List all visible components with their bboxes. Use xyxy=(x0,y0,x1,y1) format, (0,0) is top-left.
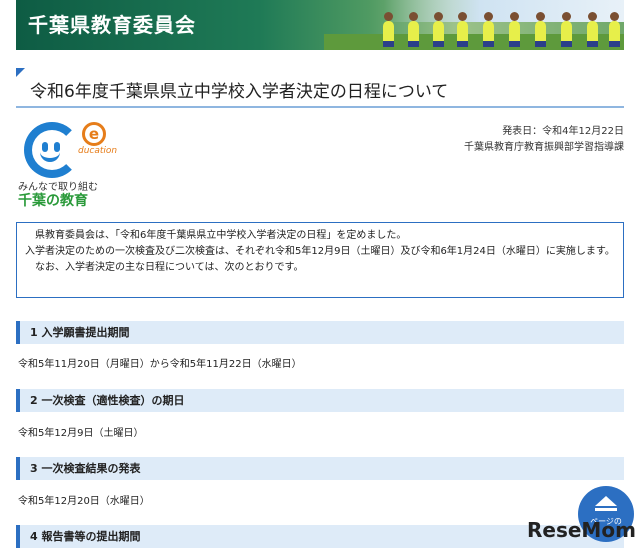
publication-date: 発表日：令和4年12月22日 xyxy=(502,126,624,137)
section-body-first-exam-results: 令和5年12月20日（水曜日） xyxy=(18,496,150,507)
banner-child-figure xyxy=(457,12,468,47)
section-heading-application-period: 1 入学願書提出期間 xyxy=(16,321,624,344)
section-heading-first-exam-date: 2 一次検査（適性検査）の期日 xyxy=(16,389,624,412)
banner-child-figure xyxy=(535,12,546,47)
banner-child-figure xyxy=(433,12,444,47)
logo-e-badge: e xyxy=(82,122,106,146)
page-title: 令和6年度千葉県県立中学校入学者決定の日程について xyxy=(30,82,449,102)
banner-child-figure xyxy=(561,12,572,47)
top-bar-icon xyxy=(595,508,617,511)
banner-child-figure xyxy=(609,12,620,47)
section-body-first-exam-date: 令和5年12月9日（土曜日） xyxy=(18,428,144,439)
education-logo: e ducation みんなで取り組む 千葉の教育 xyxy=(18,120,118,212)
banner-child-figure xyxy=(587,12,598,47)
logo-brand: 千葉の教育 xyxy=(18,193,88,209)
intro-box: 県教育委員会は、「令和6年度千葉県県立中学校入学者決定の日程」を定めました。 入… xyxy=(16,222,624,298)
banner-child-figure xyxy=(383,12,394,47)
intro-line: なお、入学者決定の主な日程については、次のとおりです。 xyxy=(35,262,304,273)
section-heading-first-exam-results: 3 一次検査結果の発表 xyxy=(16,457,624,480)
banner-child-figure xyxy=(483,12,494,47)
publication-meta: 発表日：令和4年12月22日 千葉県教育庁教育振興部学習指導課 xyxy=(464,124,624,156)
page-heading: 令和6年度千葉県県立中学校入学者決定の日程について xyxy=(16,68,624,108)
site-title-link[interactable]: 千葉県教育委員会 xyxy=(28,9,196,38)
resemom-watermark: ReseMom xyxy=(527,518,636,542)
logo-education-text: ducation xyxy=(78,146,118,156)
arrow-up-icon xyxy=(595,496,617,506)
intro-line: 県教育委員会は、「令和6年度千葉県県立中学校入学者決定の日程」を定めました。 xyxy=(35,230,407,241)
banner-grass xyxy=(324,34,624,50)
heading-corner-marker xyxy=(16,68,25,77)
banner-child-figure xyxy=(408,12,419,47)
section-body-application-period: 令和5年11月20日（月曜日）から令和5年11月22日（水曜日） xyxy=(18,359,302,370)
banner-child-figure xyxy=(509,12,520,47)
intro-line: 入学者決定のための一次検査及び二次検査は、それぞれ令和5年12月9日（土曜日）及… xyxy=(25,246,615,257)
header-banner: 千葉県教育委員会 xyxy=(16,0,624,50)
publishing-department: 千葉県教育庁教育振興部学習指導課 xyxy=(464,142,624,153)
